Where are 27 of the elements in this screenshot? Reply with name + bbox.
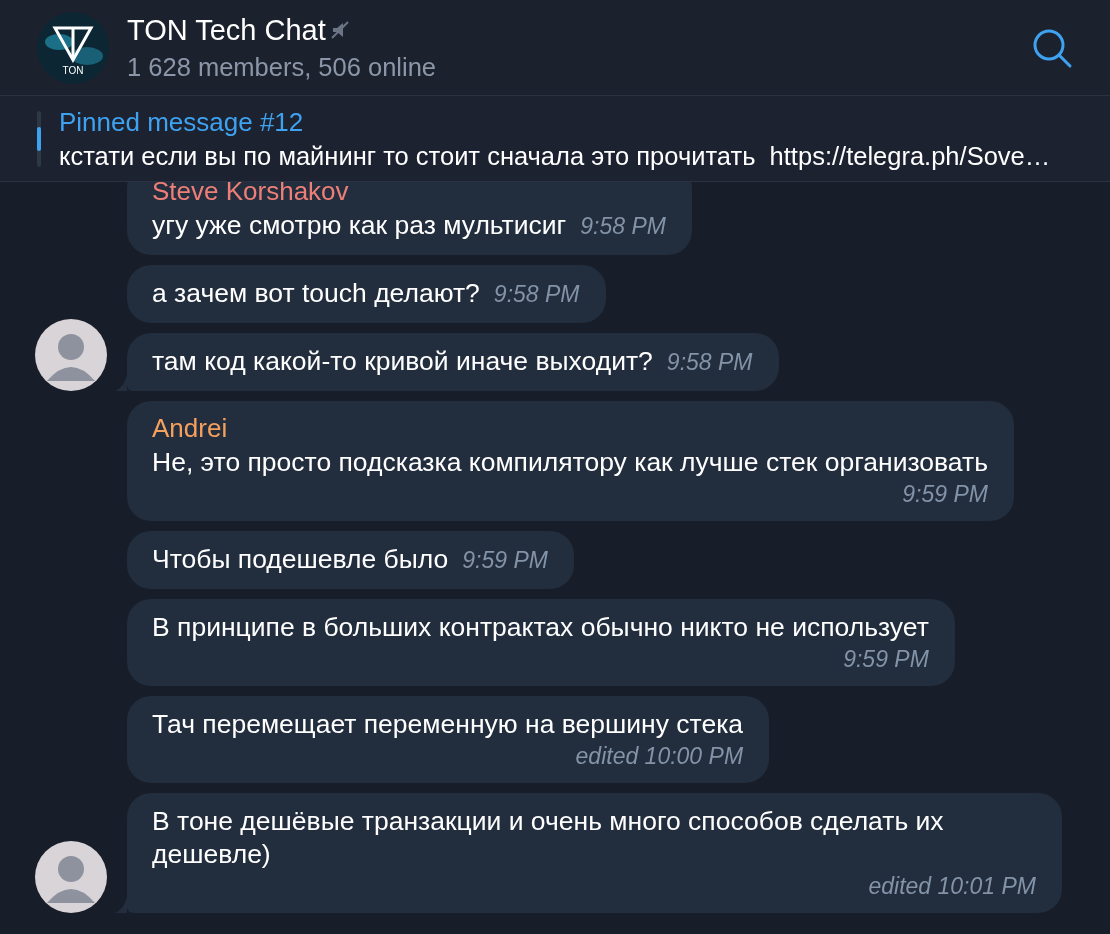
message-time: 9:59 PM bbox=[843, 646, 929, 673]
message-time: edited 10:00 PM bbox=[575, 743, 744, 770]
pinned-message-bar[interactable]: Pinned message #12 кстати если вы по майнинг то стоит сначала это прочитать https://telegra.ph/Sove… bbox=[0, 96, 1110, 182]
message-time: 9:59 PM bbox=[902, 481, 988, 508]
message-text: Тач перемещает переменную на вершину стека bbox=[152, 708, 744, 741]
message-text: В принципе в больших контрактах обычно никто не использует bbox=[152, 611, 929, 644]
group-avatar[interactable]: TON bbox=[37, 11, 109, 84]
avatar[interactable] bbox=[35, 841, 107, 913]
message-text: там код какой-то кривой иначе выходит? bbox=[152, 345, 653, 378]
avatar[interactable] bbox=[35, 319, 107, 391]
message-time: 9:59 PM bbox=[462, 547, 548, 574]
pinned-title: Pinned message #12 bbox=[59, 106, 305, 138]
sender-name[interactable]: Steve Korshakov bbox=[152, 182, 666, 207]
pinned-text: кстати если вы по майнинг то стоит сначала это прочитать https://telegra.ph/Sove… bbox=[59, 141, 1051, 171]
message-text: Чтобы подешевле было bbox=[152, 543, 449, 576]
message-time: 9:58 PM bbox=[580, 213, 666, 240]
pinned-indicator bbox=[37, 110, 41, 167]
message-text: а зачем вот touch делают? bbox=[152, 277, 480, 310]
chat-title: TON Tech Chat bbox=[127, 13, 326, 47]
sender-name[interactable]: Andrei bbox=[152, 413, 988, 444]
message-text: В тоне дешёвые транзакции и очень много способов сделать их дешевле) bbox=[152, 805, 945, 871]
message-text: угу уже смотрю как раз мультисиг bbox=[152, 209, 567, 242]
message-text: Не, это просто подсказка компилятору как лучше стек организовать bbox=[152, 446, 988, 479]
message-time: 9:58 PM bbox=[493, 281, 580, 308]
message-time: edited 10:01 PM bbox=[868, 873, 1036, 900]
message-time: 9:58 PM bbox=[666, 349, 753, 376]
member-count: 1 628 members, 506 online bbox=[127, 52, 438, 82]
